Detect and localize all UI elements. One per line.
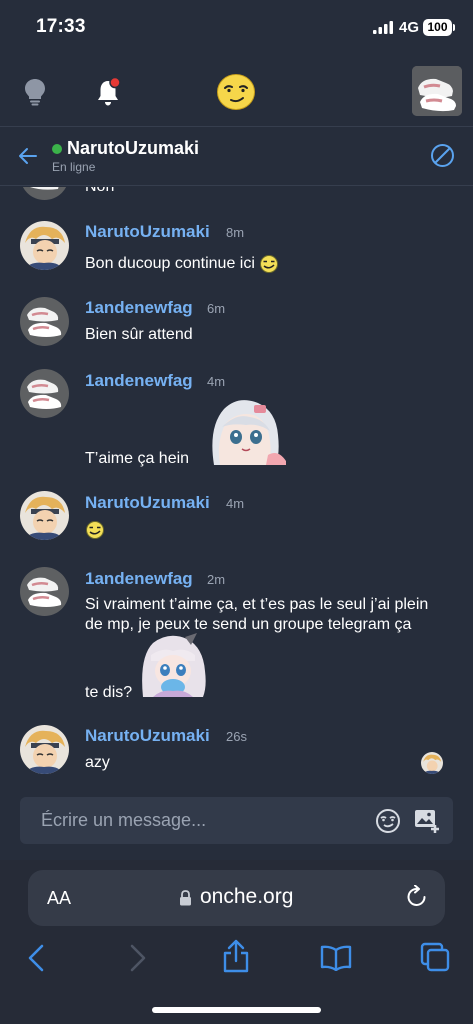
- online-status-dot: [52, 144, 62, 154]
- message-avatar-narutouzumaki[interactable]: [20, 491, 69, 540]
- home-indicator[interactable]: [152, 1007, 321, 1013]
- emoji-picker-icon[interactable]: [375, 808, 401, 834]
- message-avatar-1andenewfag[interactable]: [20, 187, 69, 200]
- url-text[interactable]: onche.org: [200, 885, 293, 909]
- add-image-icon[interactable]: [414, 808, 440, 834]
- message-time: 4m: [226, 496, 245, 511]
- bell-icon[interactable]: [96, 77, 122, 107]
- message-text-line: de mp, je peux te send un groupe telegra…: [85, 616, 412, 633]
- lightbulb-icon[interactable]: [24, 78, 46, 106]
- sneaker-avatar-image: [412, 66, 462, 116]
- message-time: 26s: [226, 729, 247, 744]
- reader-mode-button[interactable]: AA: [47, 888, 71, 909]
- message-time: 2m: [207, 572, 226, 587]
- top-nav: [0, 58, 473, 126]
- signal-icon: [373, 21, 393, 34]
- message-author[interactable]: 1andenewfag: [85, 298, 193, 318]
- message-author[interactable]: NarutoUzumaki: [85, 222, 210, 242]
- anime-sticker-image: [212, 400, 286, 465]
- message-composer: [20, 797, 453, 844]
- block-user-icon[interactable]: [430, 143, 455, 168]
- lock-icon: [180, 890, 191, 906]
- message-avatar-1andenewfag[interactable]: [20, 567, 69, 616]
- message-input[interactable]: [41, 810, 361, 831]
- message-time: 4m: [207, 374, 226, 389]
- tabs-icon[interactable]: [420, 942, 451, 973]
- message-author[interactable]: 1andenewfag: [85, 371, 193, 391]
- message-list[interactable]: Non NarutoUzumaki 8m Bon ducoup continue…: [0, 187, 473, 790]
- message-author[interactable]: NarutoUzumaki: [85, 726, 210, 746]
- back-icon[interactable]: [27, 944, 45, 972]
- message-text-line: Si vraiment t’aime ça, et t’es pas le se…: [85, 596, 429, 613]
- smiley-icon[interactable]: [216, 73, 256, 111]
- bookmarks-icon[interactable]: [320, 945, 352, 971]
- read-receipt-avatar: [421, 752, 443, 774]
- contact-status: En ligne: [52, 160, 96, 174]
- status-time: 17:33: [36, 16, 86, 37]
- anime-sticker-image: [142, 633, 206, 697]
- message-avatar-narutouzumaki[interactable]: [20, 221, 69, 270]
- status-bar: 17:33 4G 100: [0, 0, 473, 58]
- forward-icon[interactable]: [129, 944, 147, 972]
- message-author[interactable]: NarutoUzumaki: [85, 493, 210, 513]
- network-label: 4G: [399, 19, 420, 36]
- battery-tip: [453, 24, 455, 31]
- message-text: Bon ducoup continue ici: [85, 255, 255, 273]
- back-arrow-icon[interactable]: [18, 147, 38, 165]
- message-avatar-narutouzumaki[interactable]: [20, 725, 69, 774]
- message-time: 6m: [207, 301, 226, 316]
- message-text-row: Bon ducoup continue ici: [85, 254, 279, 274]
- smiley-sticker-icon: [86, 521, 104, 539]
- profile-avatar[interactable]: [412, 66, 462, 116]
- share-icon[interactable]: [222, 939, 250, 973]
- contact-name[interactable]: NarutoUzumaki: [67, 138, 199, 159]
- message-text: Non: [85, 187, 114, 197]
- smiley-sticker-icon: [260, 255, 279, 273]
- message-author[interactable]: 1andenewfag: [85, 569, 193, 589]
- message-text: Bien sûr attend: [85, 326, 193, 343]
- reload-icon[interactable]: [406, 885, 428, 909]
- message-text-line: te dis?: [85, 684, 133, 701]
- message-text: azy: [85, 754, 110, 771]
- message-avatar-1andenewfag[interactable]: [20, 369, 69, 418]
- message-text: T’aime ça hein: [85, 450, 190, 467]
- battery-icon: 100: [423, 19, 452, 36]
- message-avatar-1andenewfag[interactable]: [20, 297, 69, 346]
- message-time: 8m: [226, 225, 245, 240]
